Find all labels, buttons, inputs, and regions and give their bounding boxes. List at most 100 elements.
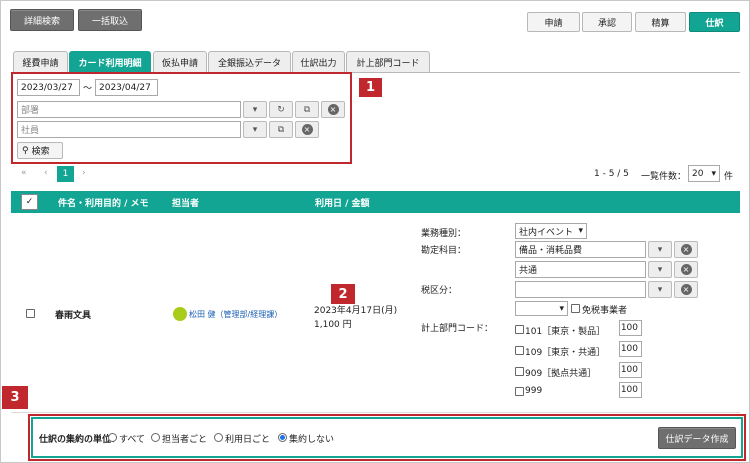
radio-all-label: すべて: [119, 435, 146, 445]
avatar: [173, 307, 187, 321]
date-from-input[interactable]: 2023/03/27: [17, 79, 80, 96]
row-subject: 春雨文具: [55, 311, 92, 321]
bulk-import-button[interactable]: 一括取込: [78, 9, 142, 31]
marker-3: 3: [2, 386, 28, 409]
tab-advance[interactable]: 仮払申請: [153, 51, 207, 72]
dept-code-checkbox[interactable]: [515, 387, 524, 396]
tab-zengin[interactable]: 全銀振込データ: [208, 51, 291, 72]
chevron-down-icon: ▾: [711, 168, 716, 179]
close-icon: ×: [680, 244, 692, 255]
mode-tab-apply[interactable]: 申請: [527, 12, 580, 32]
search-button[interactable]: ⚲ 検索: [17, 142, 63, 159]
account-label: 勘定科目：: [421, 246, 467, 256]
employee-copy-button[interactable]: ⧉: [269, 121, 293, 138]
employee-clear-button[interactable]: ×: [295, 121, 319, 138]
chevron-down-icon: ▾: [657, 284, 663, 295]
current-page[interactable]: 1: [57, 166, 74, 182]
department-dropdown-button[interactable]: ▾: [243, 101, 267, 118]
business-type-select[interactable]: 社内イベント ▾: [515, 223, 587, 239]
tab-card-statement[interactable]: カード利用明細: [69, 51, 151, 72]
row-date: 2023年4月17日(月): [314, 306, 398, 316]
department-reset-button[interactable]: ↻: [269, 101, 293, 118]
employee-input[interactable]: 社員: [17, 121, 241, 138]
account-clear-button[interactable]: ×: [674, 241, 698, 258]
prev-page-link[interactable]: ‹: [44, 168, 48, 178]
dept-code-checkbox[interactable]: [515, 325, 524, 334]
dept-code-ratio-input[interactable]: 100: [619, 382, 642, 398]
radio-no-aggregate-label: 集約しない: [289, 435, 335, 445]
close-icon: ×: [680, 284, 692, 295]
account-sub-dropdown-button[interactable]: ▾: [648, 261, 672, 278]
tax-exempt-checkbox[interactable]: [571, 304, 580, 313]
tax-exempt-label: 免税事業者: [582, 306, 628, 316]
tax-dropdown-button[interactable]: ▾: [648, 281, 672, 298]
business-type-label: 業務種別：: [421, 229, 467, 239]
account-main-input[interactable]: 備品・消耗品費: [515, 241, 646, 258]
account-sub-input[interactable]: 共通: [515, 261, 646, 278]
per-page-value: 20: [692, 168, 704, 179]
row-checkbox[interactable]: [26, 309, 35, 318]
tab-expense[interactable]: 経費申請: [13, 51, 68, 72]
close-icon: ×: [301, 124, 313, 135]
radio-by-person[interactable]: [151, 433, 160, 442]
per-page-label: 一覧件数：: [641, 172, 687, 182]
marker-1: 1: [359, 78, 382, 97]
mode-tab-settle[interactable]: 精算: [635, 12, 686, 32]
refresh-icon: ↻: [277, 104, 285, 115]
department-clear-button[interactable]: ×: [321, 101, 345, 118]
dept-code-checkbox[interactable]: [515, 346, 524, 355]
tax-input[interactable]: [515, 281, 646, 298]
radio-no-aggregate[interactable]: [278, 433, 287, 442]
department-copy-button[interactable]: ⧉: [295, 101, 319, 118]
subject-column-header: 件名・利用目的 / メモ: [58, 199, 149, 209]
dept-code-name: 101［東京・製品］: [525, 327, 606, 337]
dept-code-ratio-input[interactable]: 100: [619, 341, 642, 357]
person-column-header: 担当者: [172, 199, 200, 209]
copy-icon: ⧉: [277, 124, 285, 135]
radio-by-date[interactable]: [214, 433, 223, 442]
search-icon: ⚲: [22, 145, 29, 156]
close-icon: ×: [680, 264, 692, 275]
tax-clear-button[interactable]: ×: [674, 281, 698, 298]
account-dropdown-button[interactable]: ▾: [648, 241, 672, 258]
radio-by-date-label: 利用日ごと: [225, 435, 271, 445]
mode-tab-journal[interactable]: 仕訳: [689, 12, 740, 32]
result-range: 1 - 5 / 5: [594, 169, 629, 179]
date-amount-column-header: 利用日 / 金額: [315, 199, 370, 209]
dept-code-ratio-input[interactable]: 100: [619, 320, 642, 336]
employee-dropdown-button[interactable]: ▾: [243, 121, 267, 138]
per-page-select[interactable]: 20 ▾: [688, 165, 720, 182]
tax-label: 税区分：: [421, 286, 458, 296]
marker-2: 2: [331, 284, 355, 304]
first-page-link[interactable]: «: [21, 168, 27, 178]
per-page-unit: 件: [724, 172, 734, 182]
mode-tab-approve[interactable]: 承認: [582, 12, 632, 32]
chevron-down-icon: ▾: [559, 303, 564, 314]
row-amount: 1,100 円: [314, 320, 352, 330]
dept-code-name: 999: [525, 386, 543, 396]
department-input[interactable]: 部署: [17, 101, 241, 118]
select-all-checkbox[interactable]: ✓: [21, 194, 38, 210]
search-button-label: 検索: [31, 147, 50, 157]
account-sub-clear-button[interactable]: ×: [674, 261, 698, 278]
dept-code-checkbox[interactable]: [515, 367, 524, 376]
detail-search-button[interactable]: 詳細検索: [10, 9, 74, 31]
chevron-down-icon: ▾: [578, 226, 583, 236]
radio-by-person-label: 担当者ごと: [162, 435, 208, 445]
date-to-input[interactable]: 2023/04/27: [95, 79, 158, 96]
tab-journal-output[interactable]: 仕訳出力: [292, 51, 345, 72]
date-separator: 〜: [83, 84, 93, 94]
create-journal-button[interactable]: 仕訳データ作成: [658, 427, 736, 449]
chevron-down-icon: ▾: [252, 124, 258, 135]
radio-all[interactable]: [108, 433, 117, 442]
chevron-down-icon: ▾: [252, 104, 258, 115]
row-person-link[interactable]: 松田 健（管理部/経理課）: [189, 309, 282, 320]
tab-dept-code[interactable]: 計上部門コード: [346, 51, 430, 72]
next-page-link[interactable]: ›: [82, 168, 86, 178]
dept-code-ratio-input[interactable]: 100: [619, 362, 642, 378]
dept-code-name: 109［東京・共通］: [525, 348, 606, 358]
dept-code-label: 計上部門コード：: [421, 324, 494, 334]
dept-code-name: 909［拠点共通］: [525, 369, 597, 379]
tax-type-select[interactable]: ▾: [515, 301, 568, 316]
copy-icon: ⧉: [303, 104, 311, 115]
